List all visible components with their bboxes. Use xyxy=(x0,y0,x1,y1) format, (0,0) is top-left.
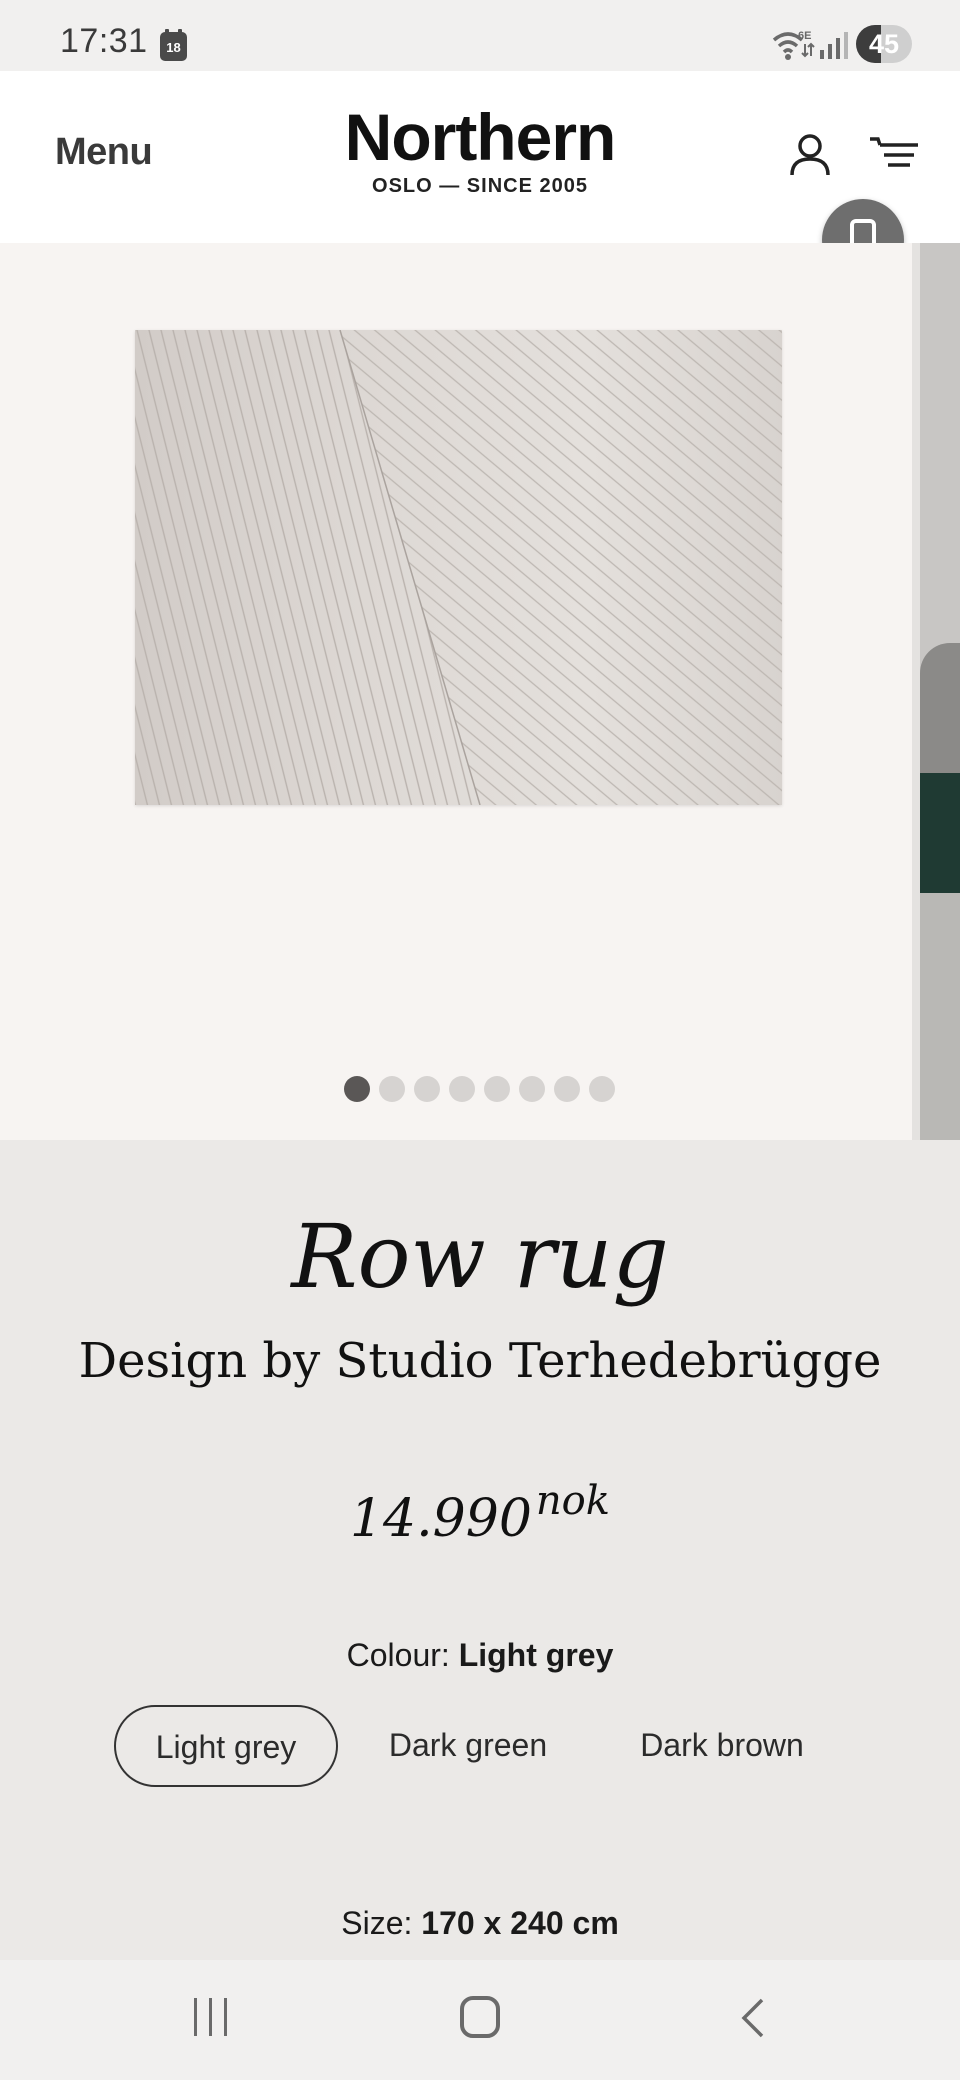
gallery-dot[interactable] xyxy=(448,1076,475,1102)
brand-logo[interactable]: Northern OSLO — SINCE 2005 xyxy=(300,101,660,198)
battery-text: 45 xyxy=(868,29,900,59)
product-title: Row rug xyxy=(291,1205,669,1308)
colour-option-dark-green[interactable]: Dark green xyxy=(368,1705,568,1787)
gallery-next-slide[interactable] xyxy=(920,243,960,1140)
product-gallery[interactable] xyxy=(0,243,960,1140)
colour-options: Light grey Dark green Dark brown xyxy=(0,1705,960,1787)
product-image[interactable] xyxy=(135,330,782,805)
gallery-dot[interactable] xyxy=(518,1076,545,1102)
gallery-slide[interactable] xyxy=(0,243,912,1140)
gallery-divider xyxy=(912,243,920,1140)
price-currency: nok xyxy=(535,1478,611,1524)
calendar-icon: 18 xyxy=(160,29,187,61)
product-price: 14.990 nok xyxy=(0,1478,960,1549)
colour-option-dark-brown[interactable]: Dark brown xyxy=(620,1705,824,1787)
gallery-dot[interactable] xyxy=(553,1076,580,1102)
gallery-dot[interactable] xyxy=(588,1076,615,1102)
colour-label-value: Light grey xyxy=(458,1637,614,1673)
status-time: 17:31 xyxy=(60,22,148,60)
home-icon[interactable] xyxy=(460,1996,500,2038)
battery-indicator: 45 xyxy=(856,25,912,63)
brand-tagline: OSLO — SINCE 2005 xyxy=(372,175,588,197)
account-icon[interactable] xyxy=(786,131,834,179)
site-header: Menu Northern OSLO — SINCE 2005 xyxy=(0,71,960,281)
colour-label-prefix: Colour: xyxy=(346,1637,450,1673)
recent-apps-icon[interactable] xyxy=(192,1998,232,2038)
size-label-value: 170 x 240 cm xyxy=(421,1905,619,1941)
price-amount: 14.990 xyxy=(349,1489,532,1549)
signal-icon xyxy=(820,32,848,59)
gallery-pagination xyxy=(0,1076,960,1104)
size-label: Size: 170 x 240 cm xyxy=(0,1905,960,1942)
network-type-label: 6E xyxy=(798,30,811,42)
size-label-prefix: Size: xyxy=(341,1905,413,1941)
cart-icon[interactable] xyxy=(866,131,922,179)
system-nav-bar xyxy=(0,1960,960,2080)
next-slide-floor xyxy=(920,773,960,893)
status-bar: 17:31 18 6E 45 xyxy=(0,0,960,71)
colour-option-light-grey[interactable]: Light grey xyxy=(114,1705,338,1787)
gallery-dot[interactable] xyxy=(343,1076,370,1102)
gallery-dot[interactable] xyxy=(413,1076,440,1102)
brand-name: Northern xyxy=(344,100,617,174)
product-info: Row rug Design by Studio Terhedebrügge 1… xyxy=(0,1140,960,1960)
product-designer: Design by Studio Terhedebrügge xyxy=(78,1333,882,1389)
gallery-dot[interactable] xyxy=(378,1076,405,1102)
gallery-dot[interactable] xyxy=(483,1076,510,1102)
colour-label: Colour: Light grey xyxy=(0,1637,960,1674)
back-icon[interactable] xyxy=(738,1998,768,2038)
menu-button[interactable]: Menu xyxy=(55,131,153,174)
wifi-icon: 6E xyxy=(772,30,815,60)
